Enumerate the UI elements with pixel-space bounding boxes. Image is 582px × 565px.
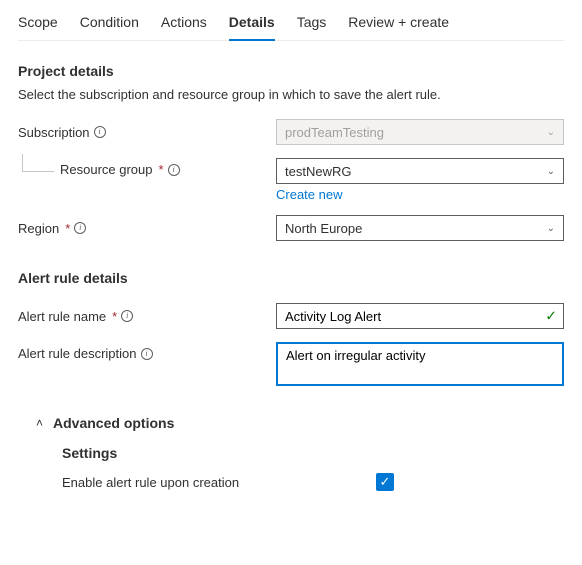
info-icon[interactable]: i bbox=[168, 164, 180, 176]
info-icon[interactable]: i bbox=[94, 126, 106, 138]
alert-rule-details-heading: Alert rule details bbox=[18, 270, 564, 286]
tab-scope[interactable]: Scope bbox=[18, 6, 58, 40]
tab-review-create[interactable]: Review + create bbox=[348, 6, 449, 40]
region-value: North Europe bbox=[285, 221, 362, 236]
tab-details[interactable]: Details bbox=[229, 6, 275, 40]
chevron-down-icon: ⌄ bbox=[547, 166, 555, 177]
resource-group-value: testNewRG bbox=[285, 164, 351, 179]
enable-alert-label: Enable alert rule upon creation bbox=[62, 475, 376, 490]
chevron-up-icon: ˄ bbox=[36, 416, 43, 430]
alert-rule-description-label: Alert rule description bbox=[18, 346, 137, 361]
info-icon[interactable]: i bbox=[121, 310, 133, 322]
project-details-desc: Select the subscription and resource gro… bbox=[18, 87, 564, 102]
chevron-down-icon: ⌄ bbox=[547, 127, 555, 138]
checkmark-icon: ✓ bbox=[380, 474, 391, 490]
resource-group-label: Resource group bbox=[60, 162, 153, 177]
alert-rule-name-label: Alert rule name bbox=[18, 309, 106, 324]
tab-actions[interactable]: Actions bbox=[161, 6, 207, 40]
advanced-options-label: Advanced options bbox=[53, 415, 174, 431]
tab-tags[interactable]: Tags bbox=[297, 6, 327, 40]
settings-heading: Settings bbox=[62, 445, 564, 461]
required-marker: * bbox=[159, 162, 164, 177]
create-new-link[interactable]: Create new bbox=[276, 187, 342, 202]
indent-connector bbox=[22, 154, 54, 172]
project-details-heading: Project details bbox=[18, 63, 564, 79]
subscription-dropdown: prodTeamTesting ⌄ bbox=[276, 119, 564, 145]
subscription-label: Subscription bbox=[18, 125, 90, 140]
region-dropdown[interactable]: North Europe ⌄ bbox=[276, 215, 564, 241]
alert-rule-name-input[interactable] bbox=[276, 303, 564, 329]
advanced-options-toggle[interactable]: ˄ Advanced options bbox=[36, 415, 564, 431]
info-icon[interactable]: i bbox=[74, 222, 86, 234]
chevron-down-icon: ⌄ bbox=[547, 223, 555, 234]
subscription-value: prodTeamTesting bbox=[285, 125, 384, 140]
tabs-bar: Scope Condition Actions Details Tags Rev… bbox=[18, 6, 564, 41]
required-marker: * bbox=[65, 221, 70, 236]
tab-condition[interactable]: Condition bbox=[80, 6, 139, 40]
resource-group-dropdown[interactable]: testNewRG ⌄ bbox=[276, 158, 564, 184]
required-marker: * bbox=[112, 309, 117, 324]
info-icon[interactable]: i bbox=[141, 348, 153, 360]
enable-alert-checkbox[interactable]: ✓ bbox=[376, 473, 394, 491]
region-label: Region bbox=[18, 221, 59, 236]
alert-rule-description-input[interactable] bbox=[276, 342, 564, 386]
